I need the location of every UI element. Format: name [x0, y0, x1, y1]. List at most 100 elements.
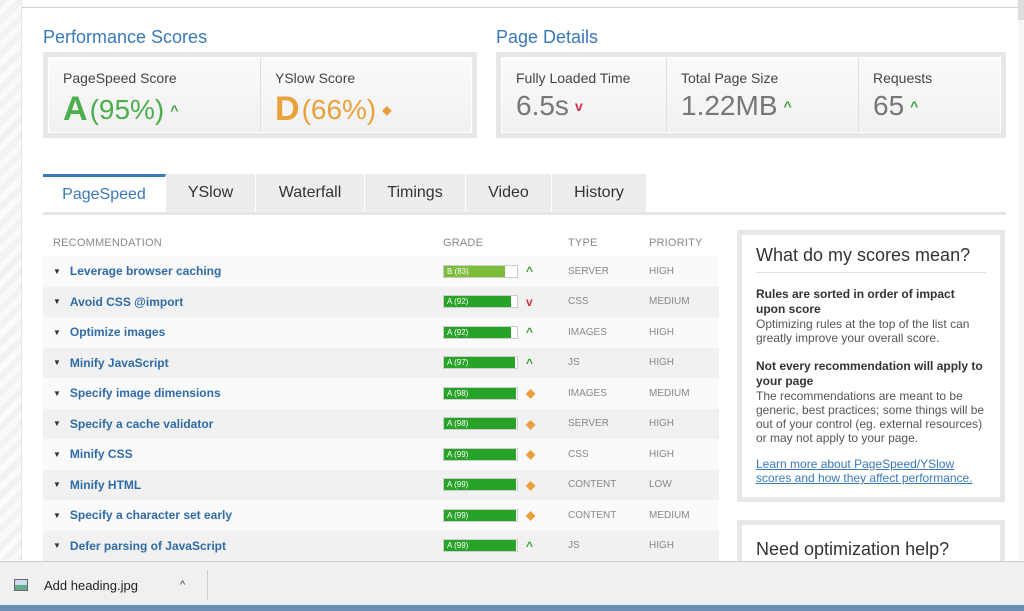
- expand-triangle-icon[interactable]: ▼: [53, 297, 61, 306]
- pagespeed-percent: (95%): [89, 93, 165, 125]
- scores-info-text-1: Optimizing rules at the top of the list …: [756, 317, 970, 345]
- download-item[interactable]: Add heading.jpg ^: [14, 570, 208, 600]
- table-row[interactable]: ▼ Defer parsing of JavaScript A (99) ^ JS HIG…: [43, 530, 719, 561]
- recommendation-name[interactable]: Specify a character set early: [70, 508, 232, 522]
- recommendation-name[interactable]: Minify CSS: [70, 447, 133, 461]
- recommendation-cell[interactable]: ▼ Leverage browser caching: [43, 264, 443, 278]
- trend-up-icon: ^: [526, 538, 534, 553]
- download-bar: Add heading.jpg ^: [0, 561, 1024, 605]
- requests-value-row: 65 ^: [873, 90, 986, 122]
- priority-cell: HIGH: [649, 357, 674, 369]
- table-row[interactable]: ▼ Specify a cache validator A (98) ◆ SERVER H…: [43, 408, 719, 439]
- type-cell: CONTENT: [568, 479, 617, 491]
- tab-pagespeed[interactable]: PageSpeed: [43, 174, 166, 212]
- chevron-up-icon[interactable]: ^: [180, 579, 185, 591]
- expand-triangle-icon[interactable]: ▼: [53, 419, 61, 428]
- loaded-time-label: Fully Loaded Time: [516, 70, 631, 86]
- expand-triangle-icon[interactable]: ▼: [53, 541, 61, 550]
- tab-history[interactable]: History: [552, 174, 647, 212]
- recommendation-cell[interactable]: ▼ Minify JavaScript: [43, 356, 443, 370]
- scores-info-panel: What do my scores mean? Rules are sorted…: [737, 230, 1005, 502]
- table-row[interactable]: ▼ Leverage browser caching B (83) ^ SERVER HI…: [43, 256, 719, 287]
- table-row[interactable]: ▼ Minify JavaScript A (97) ^ JS HIGH: [43, 347, 719, 378]
- recommendation-name[interactable]: Leverage browser caching: [70, 264, 221, 278]
- trend-neutral-icon: ◆: [526, 416, 536, 431]
- trend-neutral-icon: ◆: [382, 102, 392, 117]
- learn-more-link[interactable]: Learn more about PageSpeed/YSlow scores …: [756, 457, 986, 485]
- expand-triangle-icon[interactable]: ▼: [53, 480, 61, 489]
- requests-label: Requests: [873, 70, 933, 86]
- grade-bar-fill: A (99): [444, 448, 517, 460]
- right-scrollbar[interactable]: [1018, 20, 1024, 560]
- table-row[interactable]: ▼ Minify CSS A (99) ◆ CSS HIGH: [43, 439, 719, 470]
- recommendation-cell[interactable]: ▼ Specify a cache validator: [43, 417, 443, 431]
- grade-bar-fill: A (97): [444, 357, 515, 369]
- grade-cell: A (92) ^: [443, 325, 568, 339]
- scores-info-title: What do my scores mean?: [756, 245, 986, 273]
- recommendations-table: RECOMMENDATION GRADE TYPE PRIORITY ▼ Leve…: [43, 230, 719, 561]
- recommendation-cell[interactable]: ▼ Minify CSS: [43, 447, 443, 461]
- page-size-cell: Total Page Size 1.22MB ^: [667, 58, 859, 132]
- recommendation-name[interactable]: Optimize images: [70, 325, 165, 339]
- recommendation-name[interactable]: Minify JavaScript: [70, 356, 169, 370]
- trend-neutral-icon: ◆: [526, 477, 536, 492]
- grade-bar-fill: A (99): [444, 479, 517, 491]
- trend-down-icon: v: [526, 294, 533, 309]
- performance-scores-box: PageSpeed Score A (95%) ^ YSlow Score D …: [43, 52, 477, 138]
- page-size-value: 1.22MB: [681, 90, 778, 121]
- expand-triangle-icon[interactable]: ▼: [53, 328, 61, 337]
- grade-bar: A (99): [443, 508, 518, 522]
- recommendation-cell[interactable]: ▼ Specify a character set early: [43, 508, 443, 522]
- grade-cell: A (99) ◆: [443, 478, 568, 492]
- loaded-time-value: 6.5s: [516, 90, 569, 121]
- tab-timings[interactable]: Timings: [365, 174, 466, 212]
- table-row[interactable]: ▼ Optimize images A (92) ^ IMAGES HIGH: [43, 317, 719, 348]
- recommendation-name[interactable]: Specify a cache validator: [70, 417, 213, 431]
- table-row[interactable]: ▼ Avoid CSS @import A (92) v CSS MEDIUM: [43, 286, 719, 317]
- expand-triangle-icon[interactable]: ▼: [53, 267, 61, 276]
- tab-yslow[interactable]: YSlow: [166, 174, 256, 212]
- recommendation-cell[interactable]: ▼ Specify image dimensions: [43, 386, 443, 400]
- grade-cell: A (92) v: [443, 295, 568, 309]
- yslow-score-cell: YSlow Score D (66%) ◆: [261, 58, 471, 132]
- grade-bar: A (98): [443, 417, 518, 431]
- top-cutoff-bar: [22, 0, 1024, 8]
- table-row[interactable]: ▼ Specify a character set early A (99) ◆ CON…: [43, 500, 719, 531]
- type-cell: IMAGES: [568, 326, 607, 338]
- recommendation-cell[interactable]: ▼ Defer parsing of JavaScript: [43, 539, 443, 553]
- grade-bar: A (99): [443, 478, 518, 492]
- grade-bar-fill: A (99): [444, 540, 517, 552]
- scores-info-text-2: The recommendations are meant to be gene…: [756, 389, 985, 445]
- recommendation-name[interactable]: Avoid CSS @import: [70, 295, 183, 309]
- page-size-label: Total Page Size: [681, 70, 779, 86]
- table-row[interactable]: ▼ Minify HTML A (99) ◆ CONTENT LOW: [43, 469, 719, 500]
- recommendation-cell[interactable]: ▼ Optimize images: [43, 325, 443, 339]
- trend-down-icon: v: [574, 98, 583, 114]
- trend-neutral-icon: ◆: [526, 508, 536, 523]
- type-cell: CONTENT: [568, 509, 617, 521]
- recommendation-cell[interactable]: ▼ Minify HTML: [43, 478, 443, 492]
- recommendation-name[interactable]: Specify image dimensions: [70, 386, 221, 400]
- table-row[interactable]: ▼ Specify image dimensions A (98) ◆ IMAGES ME…: [43, 378, 719, 409]
- expand-triangle-icon[interactable]: ▼: [53, 358, 61, 367]
- tab-video[interactable]: Video: [466, 174, 552, 212]
- grade-bar: A (92): [443, 295, 518, 309]
- grade-bar: A (99): [443, 447, 518, 461]
- top-scrollbar[interactable]: [1018, 0, 1024, 20]
- expand-triangle-icon[interactable]: ▼: [53, 511, 61, 520]
- type-cell: CSS: [568, 448, 589, 460]
- tab-waterfall[interactable]: Waterfall: [256, 174, 365, 212]
- recommendation-name[interactable]: Defer parsing of JavaScript: [70, 539, 226, 553]
- expand-triangle-icon[interactable]: ▼: [53, 450, 61, 459]
- download-filename: Add heading.jpg: [44, 577, 138, 593]
- expand-triangle-icon[interactable]: ▼: [53, 389, 61, 398]
- loaded-time-cell: Fully Loaded Time 6.5s v: [502, 58, 667, 132]
- performance-scores-title: Performance Scores: [43, 27, 208, 47]
- recommendation-name[interactable]: Minify HTML: [70, 478, 141, 492]
- yslow-percent: (66%): [301, 93, 377, 125]
- yslow-score-value: D (66%) ◆: [275, 90, 457, 129]
- pagespeed-score-value: A (95%) ^: [63, 90, 246, 129]
- recommendation-cell[interactable]: ▼ Avoid CSS @import: [43, 295, 443, 309]
- performance-scores-inner: PageSpeed Score A (95%) ^ YSlow Score D …: [48, 57, 472, 133]
- requests-value: 65: [873, 90, 905, 121]
